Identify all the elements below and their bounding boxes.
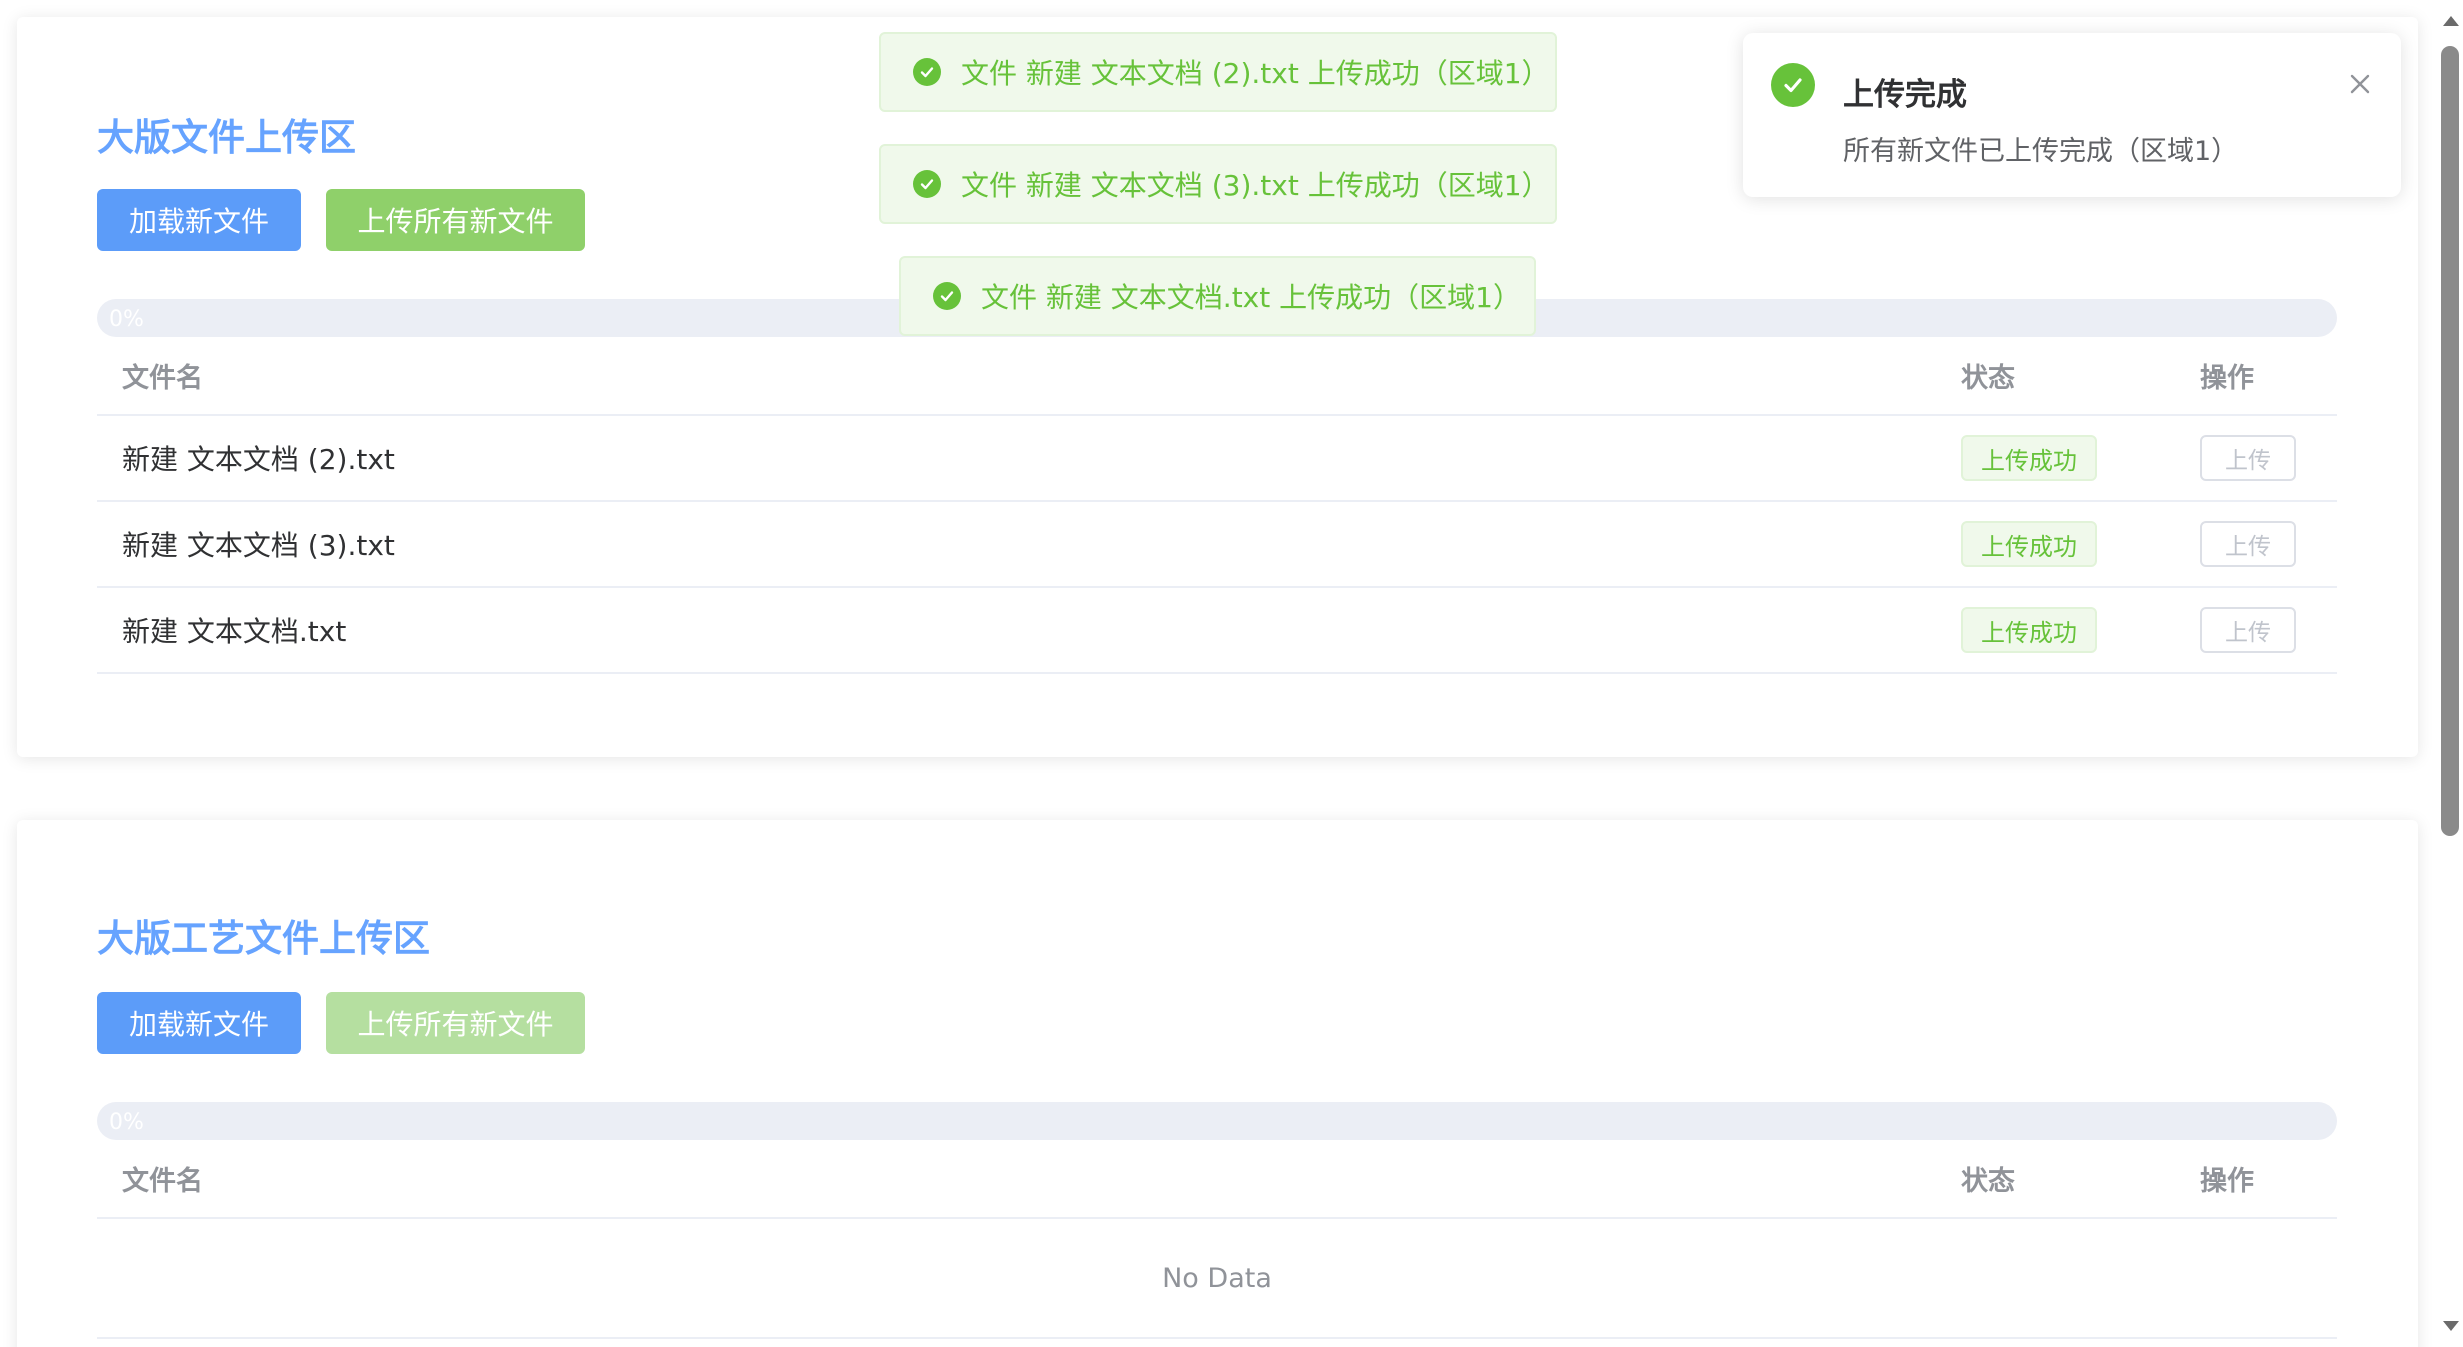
load-new-files-button[interactable]: 加载新文件 (97, 189, 301, 251)
upload-all-button[interactable]: 上传所有新文件 (326, 189, 585, 251)
notification-title: 上传完成 (1843, 77, 1967, 113)
empty-state: No Data (97, 1219, 2337, 1339)
section-title: 大版工艺文件上传区 (97, 917, 430, 960)
status-badge: 上传成功 (1961, 521, 2097, 567)
check-circle-icon (933, 282, 961, 310)
check-circle-icon (1771, 63, 1815, 107)
check-circle-icon (913, 170, 941, 198)
toast-message: 文件 新建 文本文档.txt 上传成功（区域1） (981, 281, 1521, 314)
file-name: 新建 文本文档 (3).txt (122, 529, 395, 562)
table-header: 文件名 状态 操作 (97, 1140, 2337, 1219)
success-toast: 文件 新建 文本文档 (3).txt 上传成功（区域1） (879, 144, 1557, 224)
file-table: 文件名 状态 操作 No Data (97, 1140, 2337, 1339)
upload-all-button[interactable]: 上传所有新文件 (326, 992, 585, 1054)
upload-row-button[interactable]: 上传 (2200, 521, 2296, 567)
scroll-down-arrow-icon[interactable] (2443, 1321, 2459, 1331)
file-table: 文件名 状态 操作 新建 文本文档 (2).txt 上传成功 上传 新建 文本文… (97, 337, 2337, 674)
column-header-name: 文件名 (122, 363, 203, 394)
table-row: 新建 文本文档.txt 上传成功 上传 (97, 588, 2337, 674)
file-name: 新建 文本文档 (2).txt (122, 443, 395, 476)
table-row: 新建 文本文档 (3).txt 上传成功 上传 (97, 502, 2337, 588)
status-badge: 上传成功 (1961, 435, 2097, 481)
scroll-thumb[interactable] (2441, 46, 2459, 836)
close-icon[interactable] (2347, 71, 2373, 97)
vertical-scrollbar[interactable] (2436, 0, 2463, 1347)
column-header-name: 文件名 (122, 1166, 203, 1197)
toast-message: 文件 新建 文本文档 (3).txt 上传成功（区域1） (961, 169, 1550, 202)
progress-text: 0% (109, 307, 144, 332)
upload-row-button[interactable]: 上传 (2200, 607, 2296, 653)
section-title: 大版文件上传区 (97, 116, 356, 159)
column-header-ops: 操作 (2200, 1166, 2254, 1197)
status-badge: 上传成功 (1961, 607, 2097, 653)
scroll-up-arrow-icon[interactable] (2443, 16, 2459, 26)
upload-row-button[interactable]: 上传 (2200, 435, 2296, 481)
file-name: 新建 文本文档.txt (122, 615, 347, 648)
column-header-status: 状态 (1961, 1166, 2015, 1197)
success-toast: 文件 新建 文本文档 (2).txt 上传成功（区域1） (879, 32, 1557, 112)
table-header: 文件名 状态 操作 (97, 337, 2337, 416)
upload-section-2: 大版工艺文件上传区 加载新文件 上传所有新文件 0% 文件名 状态 操作 No … (17, 820, 2418, 1347)
check-circle-icon (913, 58, 941, 86)
column-header-status: 状态 (1961, 363, 2015, 394)
column-header-ops: 操作 (2200, 363, 2254, 394)
table-row: 新建 文本文档 (2).txt 上传成功 上传 (97, 416, 2337, 502)
upload-complete-notification: 上传完成 所有新文件已上传完成（区域1） (1743, 33, 2401, 197)
page-viewport: 大版文件上传区 加载新文件 上传所有新文件 0% 文件名 状态 操作 新建 文本… (0, 0, 2436, 1347)
load-new-files-button[interactable]: 加载新文件 (97, 992, 301, 1054)
progress-text: 0% (109, 1110, 144, 1135)
success-toast: 文件 新建 文本文档.txt 上传成功（区域1） (899, 256, 1536, 336)
notification-message: 所有新文件已上传完成（区域1） (1843, 136, 2239, 167)
toast-message: 文件 新建 文本文档 (2).txt 上传成功（区域1） (961, 57, 1550, 90)
progress-bar: 0% (97, 1102, 2337, 1140)
